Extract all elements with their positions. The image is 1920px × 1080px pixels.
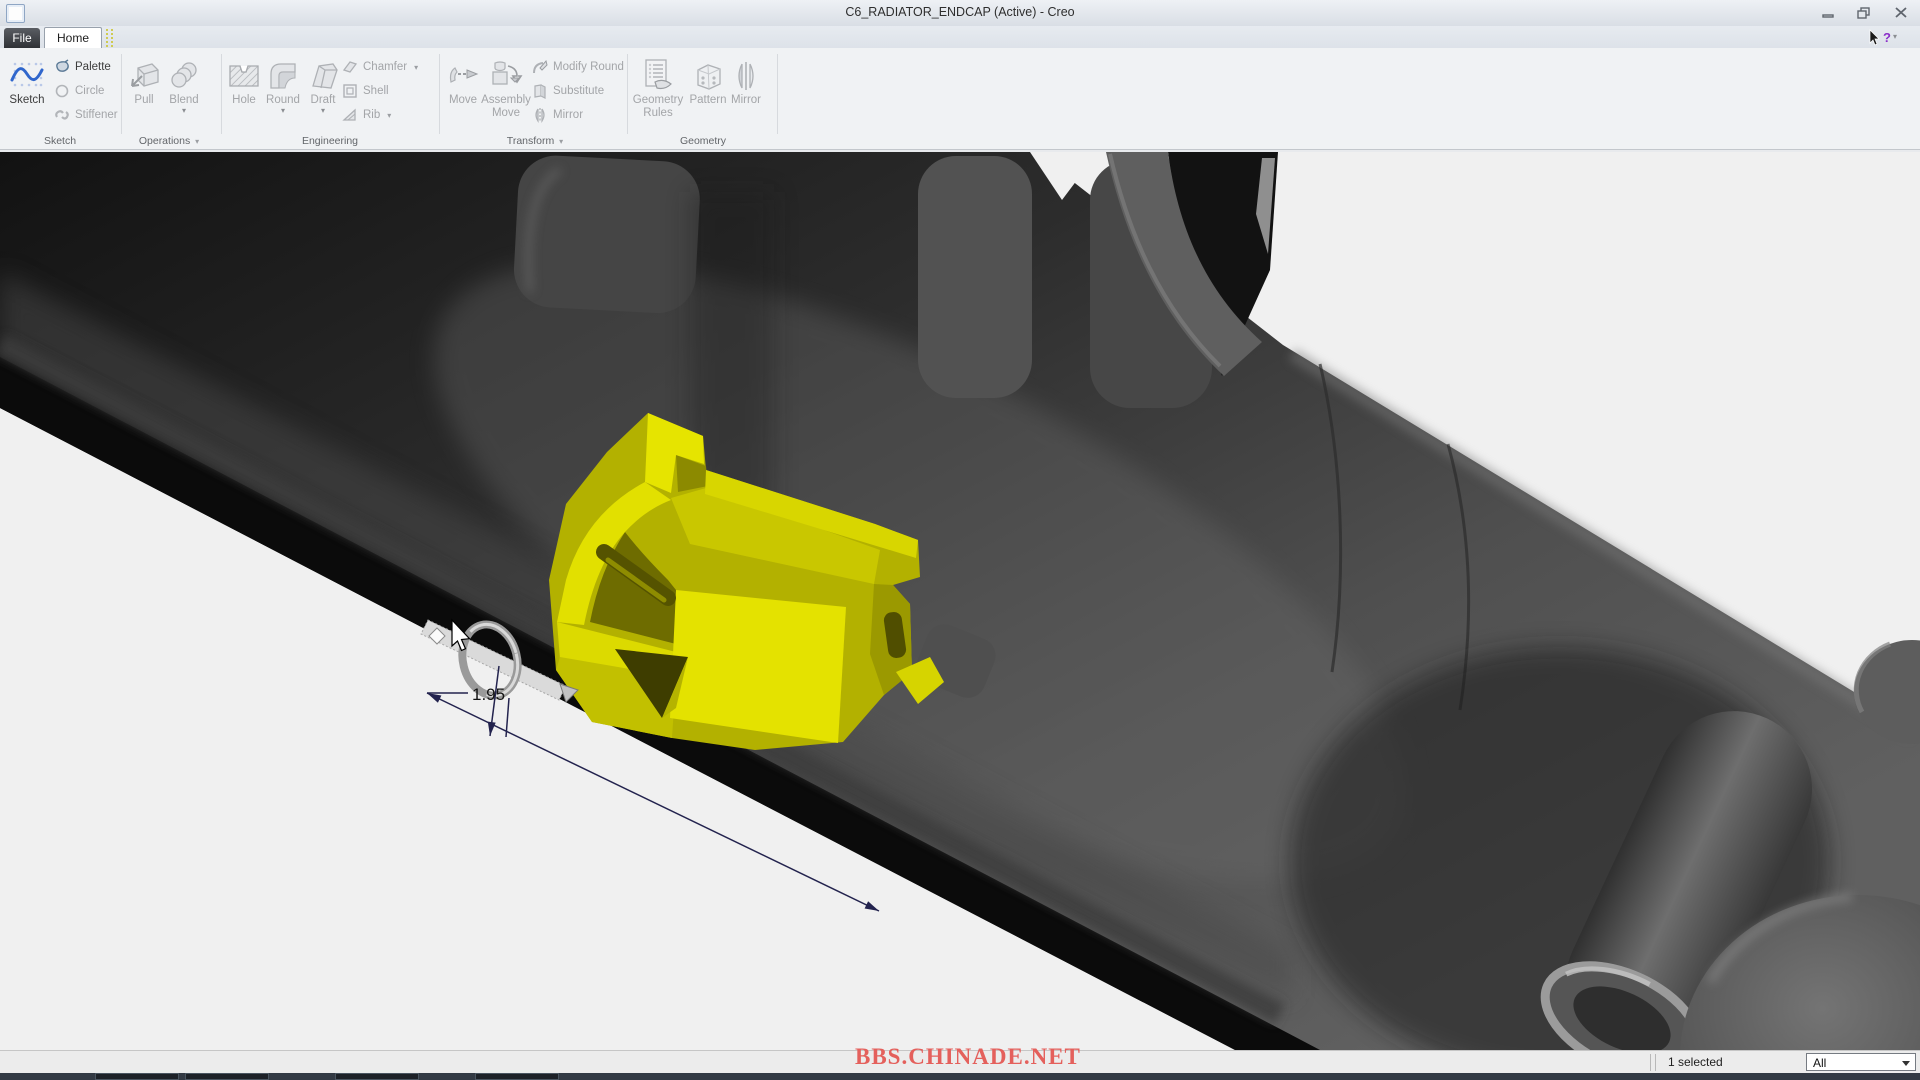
rib-icon — [342, 108, 356, 121]
sketch-button[interactable]: Sketch — [4, 52, 50, 107]
operations-caret-icon: ▾ — [195, 137, 200, 146]
shell-icon — [343, 84, 357, 98]
bottom-window-edge — [0, 1073, 1920, 1080]
group-separator — [627, 54, 628, 134]
assembly-move-button[interactable]: Assembly Move — [480, 52, 532, 120]
round-icon — [266, 52, 300, 92]
statusbar-separator — [1650, 1054, 1656, 1071]
blend-icon — [167, 52, 201, 92]
pattern-icon — [691, 52, 725, 92]
round-caret-icon: ▾ — [280, 106, 285, 115]
taskbar-item — [335, 1073, 419, 1080]
group-separator — [221, 54, 222, 134]
stiffener-button[interactable]: Stiffener — [54, 104, 118, 126]
rib-caret-icon: ▾ — [387, 110, 392, 120]
group-separator — [121, 54, 122, 134]
mirror-geometry-button[interactable]: Mirror — [726, 52, 766, 107]
draft-button[interactable]: Draft ▾ — [303, 52, 343, 115]
ribbon-tab-row: File Home — [0, 26, 1920, 49]
taskbar-item — [95, 1073, 179, 1080]
pull-icon — [127, 52, 161, 92]
help-question-glyph: ? — [1883, 29, 1891, 45]
mirror-geometry-icon — [729, 52, 763, 92]
circle-icon — [55, 84, 69, 98]
3d-viewport[interactable]: 1.95 — [0, 152, 1920, 1080]
pattern-button[interactable]: Pattern — [688, 52, 728, 107]
window-title: C6_RADIATOR_ENDCAP (Active) - Creo — [845, 5, 1075, 19]
close-icon — [1895, 7, 1907, 18]
draft-caret-icon: ▾ — [320, 106, 325, 115]
watermark-text: BBS.CHINADE.NET — [855, 1044, 1081, 1069]
sketch-icon — [10, 52, 44, 92]
draft-icon — [306, 52, 340, 92]
taskbar-item — [475, 1073, 559, 1080]
group-label-transform[interactable]: Transform ▾ — [490, 135, 580, 147]
transform-caret-icon: ▾ — [559, 137, 564, 146]
chamfer-icon — [342, 61, 358, 73]
modify-round-button[interactable]: Modify Round — [532, 56, 624, 78]
group-label-sketch: Sketch — [43, 135, 77, 147]
move-button[interactable]: Move — [444, 52, 482, 107]
minimize-button[interactable] — [1817, 5, 1839, 20]
dropdown-caret-icon — [1902, 1061, 1910, 1066]
dimension-value[interactable]: 1.95 — [472, 685, 505, 704]
close-button[interactable] — [1890, 5, 1912, 20]
modify-round-icon — [533, 59, 548, 74]
palette-icon — [56, 59, 69, 72]
blend-caret-icon: ▾ — [181, 106, 186, 115]
restore-icon — [1857, 6, 1870, 19]
group-separator — [777, 54, 778, 134]
group-label-engineering: Engineering — [301, 135, 359, 147]
tab-divider — [106, 29, 113, 47]
ribbon-home: Sketch Palette Circle Stiffener Sketch P… — [0, 48, 1920, 152]
geometry-rules-button[interactable]: Geometry Rules — [630, 52, 686, 120]
help-caret-icon: ▾ — [1892, 32, 1897, 41]
minimize-icon — [1822, 13, 1834, 18]
blend-button[interactable]: Blend ▾ — [162, 52, 206, 115]
stiffener-icon — [55, 110, 69, 120]
context-help-button[interactable]: ? ▾ — [1868, 26, 1916, 48]
model-canvas[interactable]: 1.95 — [0, 152, 1920, 1080]
selection-count: 1 selected — [1668, 1055, 1723, 1069]
group-label-geometry: Geometry — [679, 135, 727, 147]
circle-button[interactable]: Circle — [54, 80, 104, 102]
tab-home[interactable]: Home — [44, 27, 102, 49]
chamfer-button[interactable]: Chamfer ▾ — [342, 56, 418, 78]
group-label-operations[interactable]: Operations ▾ — [124, 135, 214, 147]
assembly-move-icon — [489, 52, 523, 92]
round-button[interactable]: Round ▾ — [262, 52, 304, 115]
mirror-transform-button[interactable]: Mirror — [532, 104, 583, 126]
shell-button[interactable]: Shell — [342, 80, 389, 102]
chamfer-caret-icon: ▾ — [414, 62, 419, 72]
title-bar: C6_RADIATOR_ENDCAP (Active) - Creo — [0, 0, 1920, 27]
substitute-icon — [534, 84, 546, 99]
geometry-rules-icon — [641, 52, 675, 92]
help-cursor-icon — [1869, 28, 1880, 45]
move-icon — [446, 52, 480, 92]
tab-file[interactable]: File — [4, 28, 40, 48]
selection-filter-dropdown[interactable]: All — [1806, 1053, 1916, 1071]
substitute-button[interactable]: Substitute — [532, 80, 604, 102]
hole-icon — [227, 52, 261, 92]
rib-button[interactable]: Rib ▾ — [342, 104, 391, 126]
group-separator — [439, 54, 440, 134]
restore-button[interactable] — [1853, 5, 1875, 20]
radiator-tank-model[interactable] — [0, 152, 1920, 1080]
pull-button[interactable]: Pull — [124, 52, 164, 107]
mirror-icon — [535, 108, 545, 123]
hole-button[interactable]: Hole — [224, 52, 264, 107]
taskbar-item — [185, 1073, 269, 1080]
palette-button[interactable]: Palette — [54, 56, 111, 78]
